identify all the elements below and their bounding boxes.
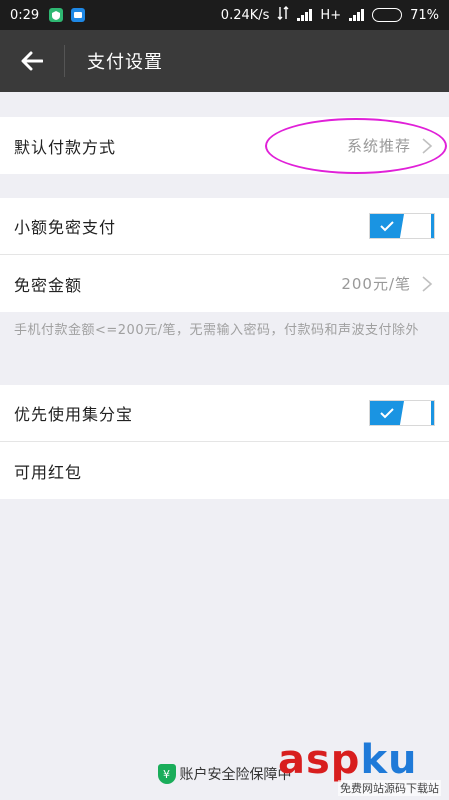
amount-label: 免密金额 [14, 275, 83, 295]
watermark-subtitle: 免费网站源码下载站 [338, 780, 441, 796]
battery-percent: 71% [410, 7, 439, 23]
status-bar: 0:29 0.24K/s H+ 71% [0, 0, 449, 30]
chevron-right-icon [421, 136, 435, 156]
no-password-group: 小额免密支付 免密金额 200元/笔 [0, 198, 449, 312]
net-speed: 0.24K/s [220, 7, 270, 23]
default-payment-group: 默认付款方式 系统推荐 [0, 117, 449, 174]
status-time: 0:29 [10, 7, 40, 23]
watermark-ku: ku [360, 737, 418, 783]
red-packet-label: 可用红包 [14, 462, 83, 482]
default-payment-value: 系统推荐 [346, 137, 411, 155]
app-bar: 支付设置 [0, 30, 449, 92]
battery-icon [372, 8, 403, 22]
default-payment-row[interactable]: 默认付款方式 系统推荐 [0, 117, 449, 174]
message-app-icon [71, 8, 86, 22]
security-app-icon [49, 8, 64, 22]
small-amount-toggle[interactable] [369, 213, 435, 239]
checkmark-icon [370, 214, 404, 238]
shield-icon: ¥ [157, 764, 176, 784]
default-payment-label: 默认付款方式 [14, 137, 117, 157]
small-amount-row: 小额免密支付 [0, 198, 449, 255]
watermark-logo: aspku [278, 740, 418, 780]
security-text: 账户安全险保障中 [179, 767, 292, 783]
chevron-right-icon [421, 274, 435, 294]
signal-icon [297, 9, 313, 21]
jifenbao-label: 优先使用集分宝 [14, 405, 134, 424]
checkmark-icon [370, 401, 404, 425]
data-transfer-icon [277, 6, 289, 24]
watermark-asp: asp [278, 737, 361, 783]
jifenbao-toggle[interactable] [369, 400, 435, 426]
status-right: 0.24K/s H+ 71% [221, 6, 439, 24]
small-amount-label: 小额免密支付 [14, 218, 117, 237]
network-type: H+ [320, 7, 342, 23]
no-password-note: 手机付款金额<=200元/笔，无需输入密码，付款码和声波支付除外 [14, 323, 419, 338]
back-button[interactable] [0, 30, 64, 92]
red-packet-row[interactable]: 可用红包 [0, 442, 449, 499]
signal-icon-2 [349, 9, 365, 21]
amount-value: 200元/笔 [341, 275, 411, 293]
no-password-amount-row[interactable]: 免密金额 200元/笔 [0, 255, 449, 312]
arrow-left-icon [21, 51, 43, 71]
page-title: 支付设置 [87, 52, 163, 73]
jifenbao-group: 优先使用集分宝 可用红包 [0, 385, 449, 499]
jifenbao-row: 优先使用集分宝 [0, 385, 449, 442]
